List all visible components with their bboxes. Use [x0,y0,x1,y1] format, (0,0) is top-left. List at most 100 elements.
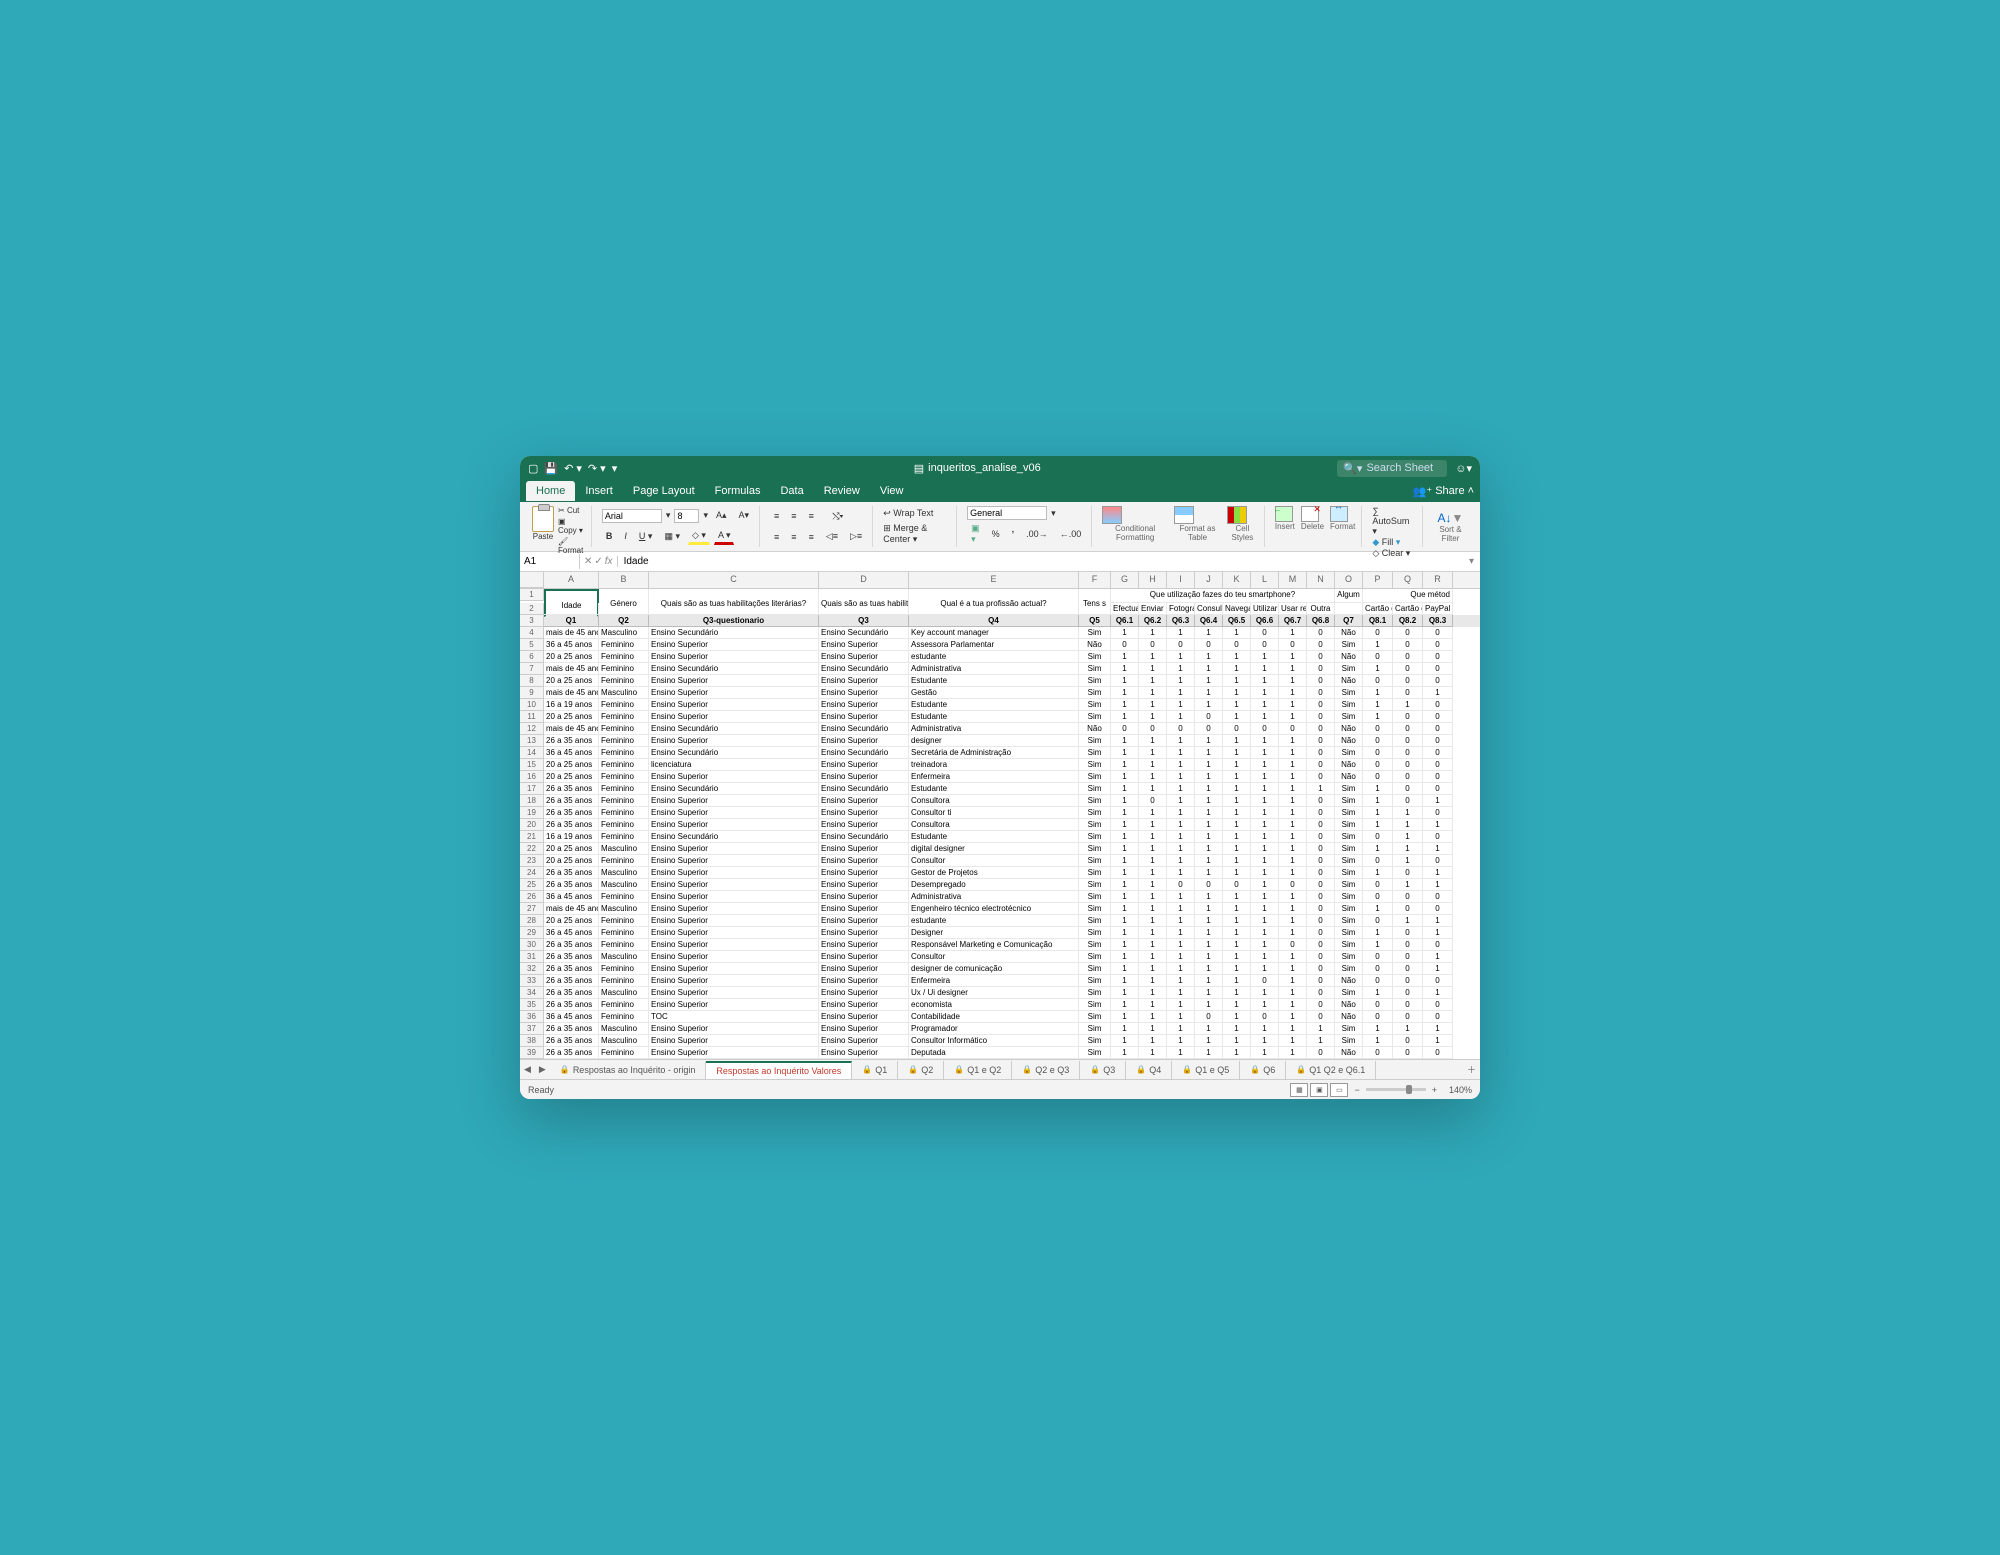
cell[interactable]: Sim [1335,1023,1363,1035]
bold-button[interactable]: B [602,529,617,543]
cell[interactable]: 1 [1363,795,1393,807]
cell[interactable]: 1 [1195,855,1223,867]
cell[interactable]: 1 [1223,747,1251,759]
cell[interactable]: 0 [1423,891,1453,903]
cell[interactable]: 0 [1307,1047,1335,1059]
cell[interactable]: 0 [1195,711,1223,723]
row-header-6[interactable]: 6 [520,651,544,663]
sheet-tab-q6[interactable]: 🔒Q6 [1240,1061,1286,1079]
cell[interactable]: Ensino Superior [649,687,819,699]
cell[interactable]: 1 [1279,807,1307,819]
cell[interactable]: 1 [1279,1035,1307,1047]
cell[interactable]: Sim [1335,687,1363,699]
cell[interactable]: 1 [1111,795,1139,807]
cell[interactable]: 1 [1111,651,1139,663]
cell[interactable]: Feminino [599,963,649,975]
cell[interactable]: 26 a 35 anos [544,939,599,951]
cell[interactable]: Sim [1079,1035,1111,1047]
cell[interactable]: 1 [1363,699,1393,711]
cell[interactable]: Sim [1079,651,1111,663]
cell[interactable]: 1 [1393,1023,1423,1035]
cell[interactable] [909,603,1079,615]
cell[interactable]: 0 [1393,723,1423,735]
fx-icon[interactable]: fx [605,556,613,567]
cell[interactable]: 1 [1195,927,1223,939]
cell-merged-q8[interactable]: Que métod [1363,589,1453,603]
cell[interactable]: 1 [1139,987,1167,999]
cell[interactable]: Ensino Superior [819,1023,909,1035]
cell[interactable]: Deputada [909,1047,1079,1059]
ribbon-tab-formulas[interactable]: Formulas [705,481,771,501]
cell[interactable]: Não [1079,723,1111,735]
cell[interactable]: Administrativa [909,891,1079,903]
cell[interactable]: 0 [1393,639,1423,651]
cell[interactable]: Sim [1335,927,1363,939]
cell[interactable]: 0 [1223,639,1251,651]
cell[interactable]: 26 a 35 anos [544,963,599,975]
cell[interactable]: 1 [1111,1011,1139,1023]
cell[interactable]: 0 [1307,699,1335,711]
cell[interactable]: Contabilidade [909,1011,1079,1023]
cell[interactable]: Enfermeira [909,771,1079,783]
column-header-R[interactable]: R [1423,572,1453,588]
cell[interactable]: Q7 [1335,615,1363,627]
column-header-H[interactable]: H [1139,572,1167,588]
italic-button[interactable]: I [620,529,631,543]
align-left-icon[interactable]: ≡ [770,530,783,544]
align-center-icon[interactable]: ≡ [787,530,800,544]
cell[interactable]: Ensino Secundário [649,747,819,759]
cell[interactable]: 0 [1307,639,1335,651]
page-layout-view-icon[interactable]: ▣ [1310,1083,1328,1097]
cell[interactable]: 1 [1111,867,1139,879]
cell[interactable]: 1 [1223,1011,1251,1023]
align-middle-icon[interactable]: ≡ [787,509,800,523]
cell[interactable]: 26 a 35 anos [544,819,599,831]
cell[interactable]: 0 [1393,891,1423,903]
cell[interactable]: Ensino Superior [819,903,909,915]
cell[interactable]: 1 [1223,843,1251,855]
row-header-22[interactable]: 22 [520,843,544,855]
cell[interactable]: 0 [1393,975,1423,987]
cell[interactable] [599,603,649,615]
cell[interactable]: 1 [1279,1011,1307,1023]
cell[interactable]: 1 [1167,855,1195,867]
cell[interactable]: Ensino Superior [819,711,909,723]
cell[interactable]: Masculino [599,867,649,879]
cell[interactable]: Feminino [599,639,649,651]
cell[interactable]: 1 [1195,903,1223,915]
cell[interactable]: Sim [1079,1047,1111,1059]
merge-center-button[interactable]: ⊞ Merge & Center ▾ [883,523,950,545]
cell[interactable]: 1 [1167,735,1195,747]
cell[interactable]: Sim [1079,1023,1111,1035]
cell[interactable]: Sim [1335,951,1363,963]
cell[interactable]: 1 [1223,651,1251,663]
cell[interactable]: Não [1335,771,1363,783]
cell[interactable]: 1 [1423,987,1453,999]
cell[interactable]: Ensino Superior [649,891,819,903]
cell[interactable]: 1 [1139,927,1167,939]
cell[interactable]: 1 [1111,1023,1139,1035]
column-header-G[interactable]: G [1111,572,1139,588]
cell[interactable]: 1 [1167,747,1195,759]
row-header-26[interactable]: 26 [520,891,544,903]
row-header-17[interactable]: 17 [520,783,544,795]
cell[interactable]: Administrativa [909,663,1079,675]
row-header-3[interactable]: 3 [520,615,544,627]
cell[interactable]: 1 [1139,711,1167,723]
cell[interactable]: 36 a 45 anos [544,639,599,651]
cell[interactable]: Feminino [599,771,649,783]
cell[interactable]: mais de 45 anos [544,687,599,699]
cell[interactable]: Ensino Superior [649,855,819,867]
cell[interactable]: 0 [1393,795,1423,807]
cancel-formula-icon[interactable]: ✕ [584,556,592,567]
cell[interactable]: 1 [1279,987,1307,999]
cell[interactable]: 1 [1251,651,1279,663]
cell[interactable]: 1 [1111,699,1139,711]
increase-font-icon[interactable]: A▴ [712,508,731,523]
cell[interactable]: 1 [1251,831,1279,843]
cell[interactable]: Sim [1079,843,1111,855]
cell[interactable]: 1 [1139,663,1167,675]
cell[interactable]: 0 [1363,951,1393,963]
column-header-I[interactable]: I [1167,572,1195,588]
cell[interactable]: 1 [1139,1023,1167,1035]
